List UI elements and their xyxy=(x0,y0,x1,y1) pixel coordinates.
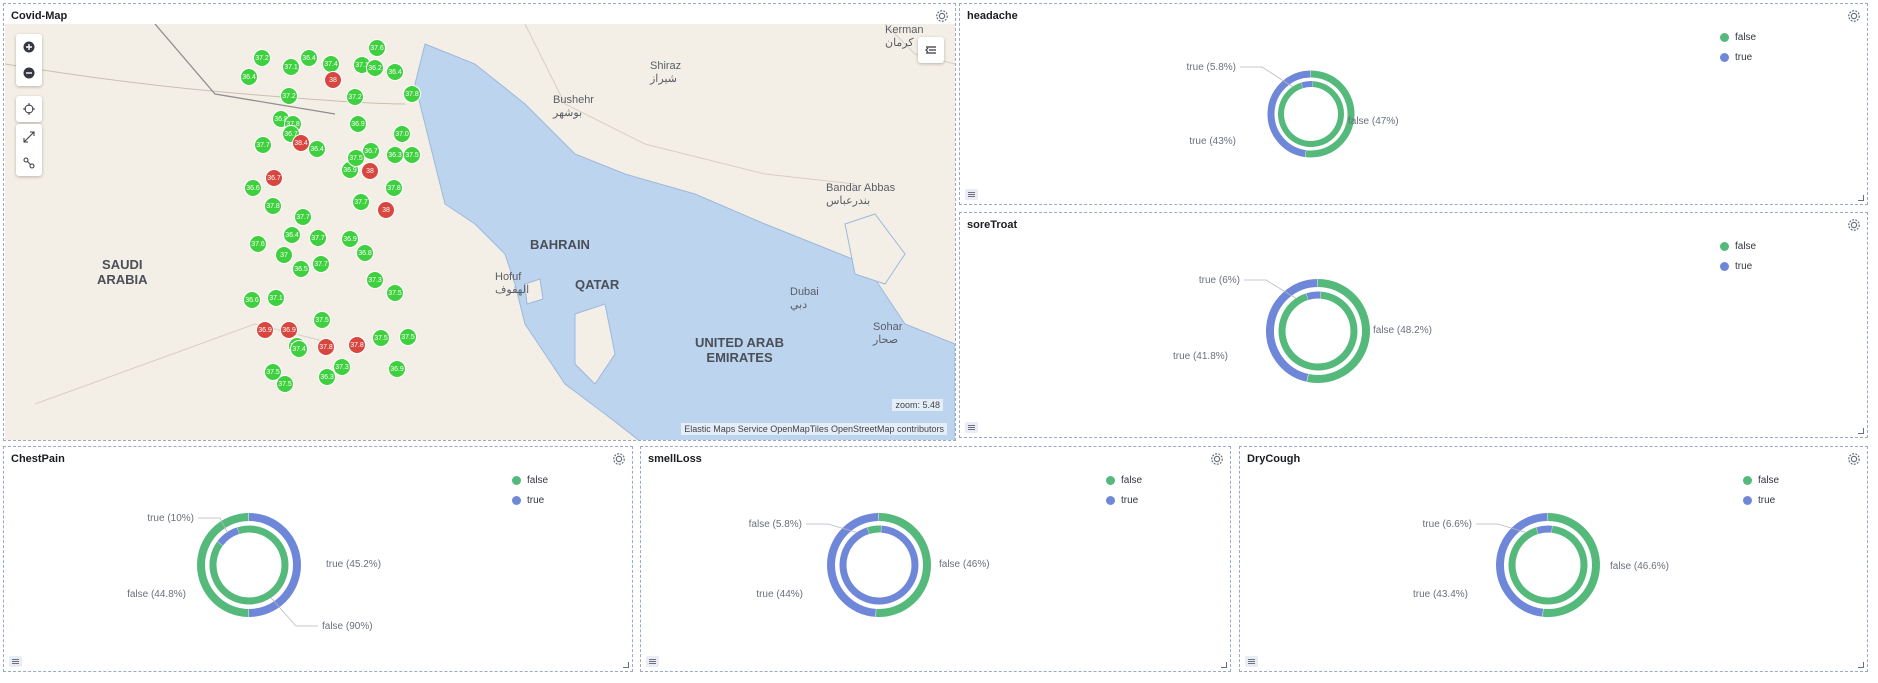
map-marker[interactable]: 37.7 xyxy=(309,229,327,247)
map-marker[interactable]: 36.7 xyxy=(265,169,283,187)
ring-separator xyxy=(1275,78,1347,150)
donut-inner-segment[interactable] xyxy=(1278,291,1358,371)
slice-label: false (44.8%) xyxy=(127,589,186,600)
map-marker[interactable]: 38 xyxy=(361,162,379,180)
map-marker[interactable]: 36.4 xyxy=(300,49,318,67)
map-marker[interactable]: 37.5 xyxy=(276,375,294,393)
slice-label: true (43.4%) xyxy=(1413,589,1468,600)
map-marker[interactable]: 37.8 xyxy=(403,85,421,103)
slice-label: true (44%) xyxy=(756,589,803,600)
slice-label: true (45.2%) xyxy=(326,559,381,570)
donut-inner-segment[interactable] xyxy=(867,525,882,534)
map-marker[interactable]: 36.4 xyxy=(386,63,404,81)
smellloss-panel: smellLoss false true false (46%) true (44%) f… xyxy=(640,446,1231,672)
map-marker[interactable]: 37.2 xyxy=(346,88,364,106)
map-marker[interactable]: 36.9 xyxy=(349,115,367,133)
gear-icon[interactable] xyxy=(935,9,949,23)
map-marker[interactable]: 37.3 xyxy=(366,271,384,289)
map-marker[interactable]: 37.5 xyxy=(399,328,417,346)
map-marker[interactable]: 36.4 xyxy=(283,226,301,244)
map-marker[interactable]: 37.2 xyxy=(253,49,271,67)
donut-inner-segment[interactable] xyxy=(1306,291,1321,300)
map-marker[interactable]: 36.3 xyxy=(386,146,404,164)
slice-label: true (5.8%) xyxy=(1187,62,1236,73)
map-marker[interactable]: 36.2 xyxy=(366,59,384,77)
map-marker[interactable]: 38 xyxy=(377,201,395,219)
map-marker[interactable]: 37.8 xyxy=(317,338,335,356)
ring-separator xyxy=(1505,522,1591,608)
slice-label: false (46%) xyxy=(939,559,990,570)
map-canvas[interactable]: SAUDI ARABIA BAHRAIN QATAR UNITED ARAB E… xyxy=(5,24,955,440)
soretroat-panel: soreTroat false true false (48.2%) true (41.… xyxy=(959,212,1868,438)
map-marker[interactable]: 37.7 xyxy=(312,255,330,273)
donut-inner-segment[interactable] xyxy=(839,525,919,605)
map-marker[interactable]: 37.5 xyxy=(313,311,331,329)
map-marker[interactable]: 37.8 xyxy=(385,179,403,197)
map-marker[interactable]: 36.4 xyxy=(240,68,258,86)
map-marker[interactable]: 36.9 xyxy=(280,321,298,339)
ring-separator xyxy=(836,522,922,608)
map-marker[interactable]: 37.5 xyxy=(372,329,390,347)
map-marker[interactable]: 36.4 xyxy=(308,140,326,158)
map-marker[interactable]: 37.7 xyxy=(254,136,272,154)
map-marker[interactable]: 37.6 xyxy=(249,235,267,253)
map-marker[interactable]: 37 xyxy=(275,246,293,264)
map-marker[interactable]: 37.2 xyxy=(280,87,298,105)
donut-chart: false (47%) true (43%) true (5.8%) xyxy=(1187,62,1399,158)
chestpain-panel: ChestPain false true true (45.2%) false (44.… xyxy=(3,446,633,672)
map-marker[interactable]: 36.9 xyxy=(388,360,406,378)
slice-label: false (5.8%) xyxy=(749,519,802,530)
map-marker[interactable]: 36.6 xyxy=(243,291,261,309)
map-marker[interactable]: 37.7 xyxy=(294,208,312,226)
map-marker[interactable]: 36.3 xyxy=(318,368,336,386)
covid-map-panel: Covid-Map SAUDI ARABIA BAHRAIN QATAR UNI… xyxy=(3,3,956,441)
map-marker[interactable]: 37.4 xyxy=(290,340,308,358)
donut-chart: false (48.2%) true (41.8%) true (6%) xyxy=(1173,275,1432,383)
map-marker[interactable]: 37.6 xyxy=(368,39,386,57)
slice-label: true (10%) xyxy=(147,513,194,524)
map-marker[interactable]: 36.9 xyxy=(256,321,274,339)
map-marker[interactable]: 36.8 xyxy=(356,244,374,262)
map-attribution[interactable]: Elastic Maps Service OpenMapTiles OpenSt… xyxy=(681,423,947,435)
map-marker[interactable]: 37.5 xyxy=(403,146,421,164)
map-marker[interactable]: 37.7 xyxy=(352,193,370,211)
donut-inner-segment[interactable] xyxy=(1278,81,1344,147)
map-marker[interactable]: 37.1 xyxy=(282,58,300,76)
slice-label: true (41.8%) xyxy=(1173,351,1228,362)
map-marker[interactable]: 37.0 xyxy=(393,125,411,143)
map-marker[interactable]: 37.5 xyxy=(347,149,365,167)
map-marker[interactable]: 36.9 xyxy=(341,230,359,248)
donut-inner-segment[interactable] xyxy=(1536,525,1553,534)
panel-title: Covid-Map xyxy=(11,10,68,22)
headache-panel: headache false true false (47%) true (43%) tr… xyxy=(959,3,1868,205)
ring-separator xyxy=(206,522,292,608)
map-marker[interactable]: 36.5 xyxy=(292,260,310,278)
donut-chart: false (46%) true (44%) false (5.8%) xyxy=(749,513,990,617)
marker-layer: 37.2 37.1 36.4 37.4 37.6 36.4 37.1 38 36.2 36.4 37… xyxy=(5,24,955,440)
slice-label: false (47%) xyxy=(1348,116,1399,127)
map-marker[interactable]: 37.1 xyxy=(267,289,285,307)
drycough-panel: DryCough false true false (46.6%) true (43.4… xyxy=(1239,446,1868,672)
map-marker[interactable]: 37.3 xyxy=(333,358,351,376)
map-marker[interactable]: 36.6 xyxy=(244,179,262,197)
donut-inner-segment[interactable] xyxy=(1301,81,1313,89)
zoom-readout: zoom: 5.48 xyxy=(892,399,943,411)
slice-label: true (6.6%) xyxy=(1423,519,1472,530)
slice-label: false (46.6%) xyxy=(1610,561,1669,572)
ring-separator xyxy=(1275,288,1361,374)
slice-label: false (90%) xyxy=(322,621,373,632)
map-marker[interactable]: 37.8 xyxy=(264,197,282,215)
slice-label: false (48.2%) xyxy=(1373,325,1432,336)
map-marker[interactable]: 37.5 xyxy=(386,284,404,302)
donut-inner-segment[interactable] xyxy=(1508,525,1588,605)
donut-chart: false (46.6%) true (43.4%) true (6.6%) xyxy=(1413,513,1669,617)
donut-chart: true (45.2%) false (44.8%) false (90%) true… xyxy=(127,513,381,632)
map-marker[interactable]: 38 xyxy=(324,71,342,89)
slice-label: true (43%) xyxy=(1189,136,1236,147)
slice-label: true (6%) xyxy=(1199,275,1240,286)
map-marker[interactable]: 37.8 xyxy=(348,336,366,354)
